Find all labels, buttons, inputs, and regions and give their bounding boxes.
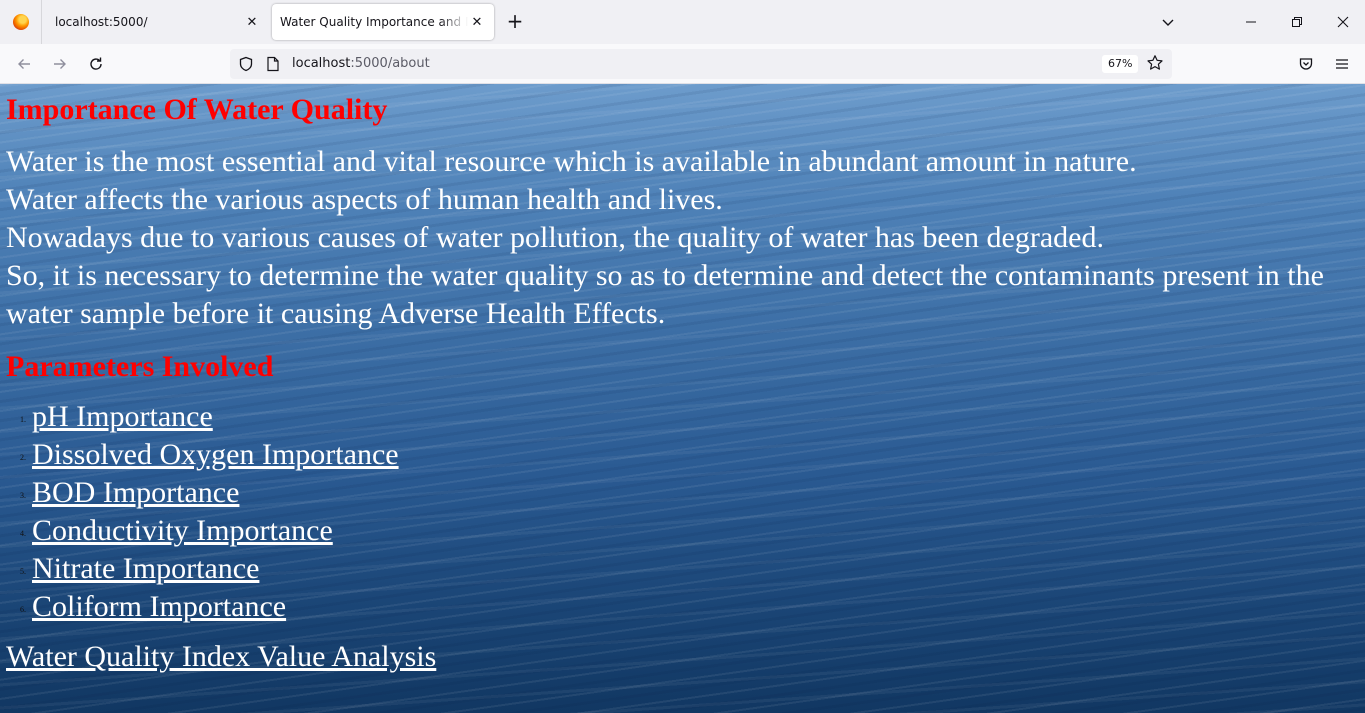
ph-importance-link[interactable]: pH Importance: [32, 398, 213, 436]
shield-icon[interactable]: [238, 56, 254, 76]
list-number: 4.: [20, 529, 26, 538]
star-icon[interactable]: [1146, 54, 1164, 76]
dissolved-oxygen-importance-link[interactable]: Dissolved Oxygen Importance: [32, 436, 399, 474]
parameters-heading: Parameters Involved: [6, 350, 274, 383]
list-number: 3.: [20, 491, 26, 500]
coliform-importance-link[interactable]: Coliform Importance: [32, 588, 286, 626]
url-path: :5000/about: [350, 56, 430, 71]
list-number: 6.: [20, 605, 26, 614]
reload-icon[interactable]: [82, 50, 110, 78]
intro-line: So, it is necessary to determine the wat…: [6, 259, 1324, 330]
url-text[interactable]: localhost:5000/about: [292, 56, 430, 72]
tab-title: Water Quality Importance and Parameters: [280, 15, 468, 29]
url-host: localhost: [292, 56, 351, 71]
list-number: 5.: [20, 567, 26, 576]
intro-line: Water is the most essential and vital re…: [6, 145, 1137, 178]
menu-icon[interactable]: [1328, 50, 1356, 78]
bod-importance-link[interactable]: BOD Importance: [32, 474, 239, 512]
url-bar[interactable]: localhost:5000/about 67%: [230, 49, 1172, 79]
restore-icon[interactable]: [1274, 0, 1320, 44]
close-icon[interactable]: ✕: [468, 13, 486, 31]
tab-title: localhost:5000/: [55, 15, 148, 29]
intro-line: Water affects the various aspects of hum…: [6, 183, 723, 216]
page-title: Importance Of Water Quality: [6, 93, 388, 126]
list-number: 1.: [20, 415, 26, 424]
close-icon[interactable]: ✕: [243, 13, 261, 31]
intro-paragraph: Water is the most essential and vital re…: [6, 143, 1356, 333]
list-number: 2.: [20, 453, 26, 462]
firefox-view-button[interactable]: [0, 0, 42, 44]
close-window-icon[interactable]: [1320, 0, 1365, 44]
wqi-analysis-link[interactable]: Water Quality Index Value Analysis: [6, 638, 436, 676]
firefox-logo-icon: [12, 14, 29, 30]
page-icon[interactable]: [266, 56, 280, 76]
tab-water-quality[interactable]: Water Quality Importance and Parameters …: [272, 4, 494, 40]
chevron-down-icon[interactable]: [1158, 12, 1178, 32]
tab-localhost[interactable]: localhost:5000/ ✕: [43, 0, 269, 44]
navigation-bar: localhost:5000/about 67%: [0, 44, 1365, 84]
pocket-icon[interactable]: [1292, 50, 1320, 78]
minimize-icon[interactable]: [1228, 0, 1274, 44]
back-icon[interactable]: [10, 50, 38, 78]
zoom-indicator[interactable]: 67%: [1102, 55, 1139, 73]
intro-line: Nowadays due to various causes of water …: [6, 221, 1104, 254]
conductivity-importance-link[interactable]: Conductivity Importance: [32, 512, 333, 550]
forward-icon[interactable]: [46, 50, 74, 78]
nitrate-importance-link[interactable]: Nitrate Importance: [32, 550, 259, 588]
plus-icon[interactable]: +: [505, 11, 525, 32]
page-content: Importance Of Water Quality Water is the…: [0, 84, 1365, 713]
tab-strip: localhost:5000/ ✕ Water Quality Importan…: [0, 0, 1365, 44]
